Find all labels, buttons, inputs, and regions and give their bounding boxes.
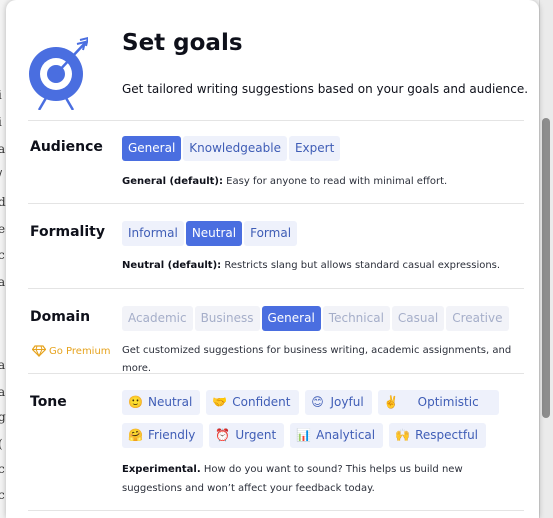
domain-options: Academic Business General Technical Casu… bbox=[122, 306, 511, 331]
tone-option-optimistic[interactable]: ✌️ Optimistic bbox=[377, 390, 499, 415]
background-text: e bbox=[0, 222, 6, 236]
domain-option-general[interactable]: General bbox=[261, 306, 321, 331]
background-text: d bbox=[0, 195, 6, 209]
divider bbox=[28, 120, 524, 121]
background-text: a bbox=[0, 385, 6, 399]
domain-option-academic[interactable]: Academic bbox=[122, 306, 193, 331]
formality-description: Neutral (default): Restricts slang but a… bbox=[122, 257, 500, 275]
bar-chart-icon: 📊 bbox=[296, 428, 312, 442]
go-premium-link[interactable]: Go Premium bbox=[32, 345, 111, 357]
target-icon bbox=[29, 36, 88, 110]
audience-description-label: General (default): bbox=[122, 176, 223, 187]
background-text: a bbox=[0, 358, 6, 372]
domain-option-business[interactable]: Business bbox=[194, 306, 260, 331]
tone-option-friendly[interactable]: 🤗 Friendly bbox=[122, 423, 204, 448]
tone-option-urgent[interactable]: ⏰ Urgent bbox=[209, 423, 285, 448]
background-text: i bbox=[0, 115, 2, 129]
diamond-icon bbox=[32, 345, 46, 357]
background-text: c bbox=[0, 248, 5, 262]
victory-hand-icon: ✌️ bbox=[383, 395, 399, 409]
tone-option-confident[interactable]: 🤝 Confident bbox=[206, 390, 299, 415]
alarm-clock-icon: ⏰ bbox=[215, 428, 231, 442]
formality-options: Informal Neutral Formal bbox=[122, 221, 299, 246]
tone-option-label: Urgent bbox=[235, 428, 277, 442]
domain-option-casual[interactable]: Casual bbox=[391, 306, 445, 331]
domain-label: Domain bbox=[30, 309, 91, 325]
domain-option-technical[interactable]: Technical bbox=[322, 306, 390, 331]
tone-option-neutral[interactable]: 🙂 Neutral bbox=[122, 390, 201, 415]
background-text: c bbox=[0, 488, 5, 502]
domain-option-creative[interactable]: Creative bbox=[446, 306, 509, 331]
divider bbox=[28, 373, 524, 374]
divider bbox=[28, 510, 524, 511]
raised-hands-icon: 🙌 bbox=[395, 428, 411, 442]
tone-option-label: Joyful bbox=[330, 395, 364, 409]
background-text: a bbox=[0, 275, 6, 289]
tone-description-label: Experimental. bbox=[122, 464, 201, 475]
formality-label: Formality bbox=[30, 224, 105, 240]
background-text: / bbox=[0, 168, 2, 182]
background-text: i bbox=[0, 88, 2, 102]
tone-option-label: Neutral bbox=[148, 395, 193, 409]
audience-label: Audience bbox=[30, 139, 103, 155]
tone-option-respectful[interactable]: 🙌 Respectful bbox=[389, 423, 487, 448]
formality-description-text: Restricts slang but allows standard casu… bbox=[221, 260, 501, 271]
scrollbar-thumb[interactable] bbox=[542, 118, 550, 418]
audience-options: General Knowledgeable Expert bbox=[122, 136, 342, 161]
handshake-icon: 🤝 bbox=[212, 395, 228, 409]
background-text: a bbox=[0, 142, 6, 156]
tone-option-joyful[interactable]: 😊 Joyful bbox=[304, 390, 372, 415]
tone-options-row-1: 🙂 Neutral 🤝 Confident 😊 Joyful ✌️ Optimi… bbox=[122, 390, 505, 415]
tone-option-analytical[interactable]: 📊 Analytical bbox=[290, 423, 384, 448]
neutral-face-icon: 🙂 bbox=[128, 395, 143, 409]
tone-option-label: Optimistic bbox=[417, 395, 479, 409]
audience-option-expert[interactable]: Expert bbox=[288, 136, 341, 161]
audience-description: General (default): Easy for anyone to re… bbox=[122, 173, 447, 191]
tone-option-label: Analytical bbox=[316, 428, 376, 442]
smiling-face-icon: 😊 bbox=[311, 395, 324, 409]
hugging-face-icon: 🤗 bbox=[128, 428, 143, 442]
audience-option-knowledgeable[interactable]: Knowledgeable bbox=[183, 136, 287, 161]
divider bbox=[28, 288, 524, 289]
formality-option-informal[interactable]: Informal bbox=[122, 221, 184, 246]
background-text: g bbox=[0, 410, 6, 424]
dialog-subtitle: Get tailored writing suggestions based o… bbox=[122, 82, 529, 96]
set-goals-dialog: Set goals Get tailored writing suggestio… bbox=[6, 0, 539, 518]
dialog-title: Set goals bbox=[122, 30, 243, 56]
go-premium-label: Go Premium bbox=[49, 345, 111, 357]
audience-option-general[interactable]: General bbox=[122, 136, 182, 161]
tone-option-label: Respectful bbox=[415, 428, 479, 442]
background-text: ( bbox=[0, 437, 3, 451]
formality-option-neutral[interactable]: Neutral bbox=[185, 221, 243, 246]
formality-option-formal[interactable]: Formal bbox=[244, 221, 298, 246]
tone-option-label: Friendly bbox=[148, 428, 196, 442]
tone-options-row-2: 🤗 Friendly ⏰ Urgent 📊 Analytical 🙌 Respe… bbox=[122, 423, 492, 448]
tone-description: Experimental. How do you want to sound? … bbox=[122, 460, 522, 498]
tone-option-label: Confident bbox=[232, 395, 291, 409]
formality-description-label: Neutral (default): bbox=[122, 260, 222, 271]
background-text: c bbox=[0, 462, 5, 476]
divider bbox=[28, 203, 524, 204]
tone-label: Tone bbox=[30, 394, 67, 410]
audience-description-text: Easy for anyone to read with minimal eff… bbox=[223, 176, 448, 187]
